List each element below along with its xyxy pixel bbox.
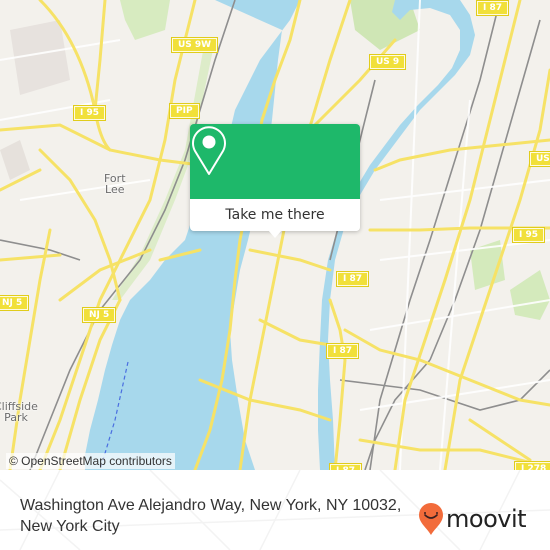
take-me-there-label: Take me there [225, 207, 325, 223]
address-text: Washington Ave Alejandro Way, New York, … [20, 497, 402, 535]
route-shield-i-87: I 87 [327, 344, 359, 358]
take-me-there-button[interactable]: Take me there [190, 199, 360, 231]
map-attribution[interactable]: © OpenStreetMap contributors [6, 453, 175, 469]
route-shield-us-9w: US 9W [172, 38, 218, 52]
place-label-fort-lee: Fort Lee [104, 172, 126, 196]
moovit-wordmark: moovit [446, 505, 527, 533]
route-shield-i-95: I 95 [513, 228, 545, 242]
route-shield-nj-5: NJ 5 [83, 308, 116, 322]
moovit-logo[interactable]: moovit [418, 502, 527, 536]
route-shield-nj-5: NJ 5 [0, 296, 29, 310]
route-shield-i-87: I 87 [337, 272, 369, 286]
route-shield-i-95: I 95 [74, 106, 106, 120]
place-label-cliffside-park: Cliffside Park [0, 400, 38, 424]
route-shield-pip: PIP [170, 104, 199, 118]
route-shield-us-9: US 9 [370, 55, 406, 69]
moovit-pin-icon [419, 503, 443, 535]
route-shield-i-87: I 87 [477, 1, 509, 15]
popup-header [190, 124, 360, 199]
route-shield-i-278: I 278 [515, 462, 550, 470]
destination-popup: Take me there [190, 124, 360, 238]
map[interactable]: US 9W I 87 US 9 PIP I 95 US I 95 NJ 5 NJ… [0, 0, 550, 470]
route-shield-us: US [530, 152, 550, 166]
popup-arrow [268, 230, 282, 238]
map-pin-icon [192, 126, 226, 175]
